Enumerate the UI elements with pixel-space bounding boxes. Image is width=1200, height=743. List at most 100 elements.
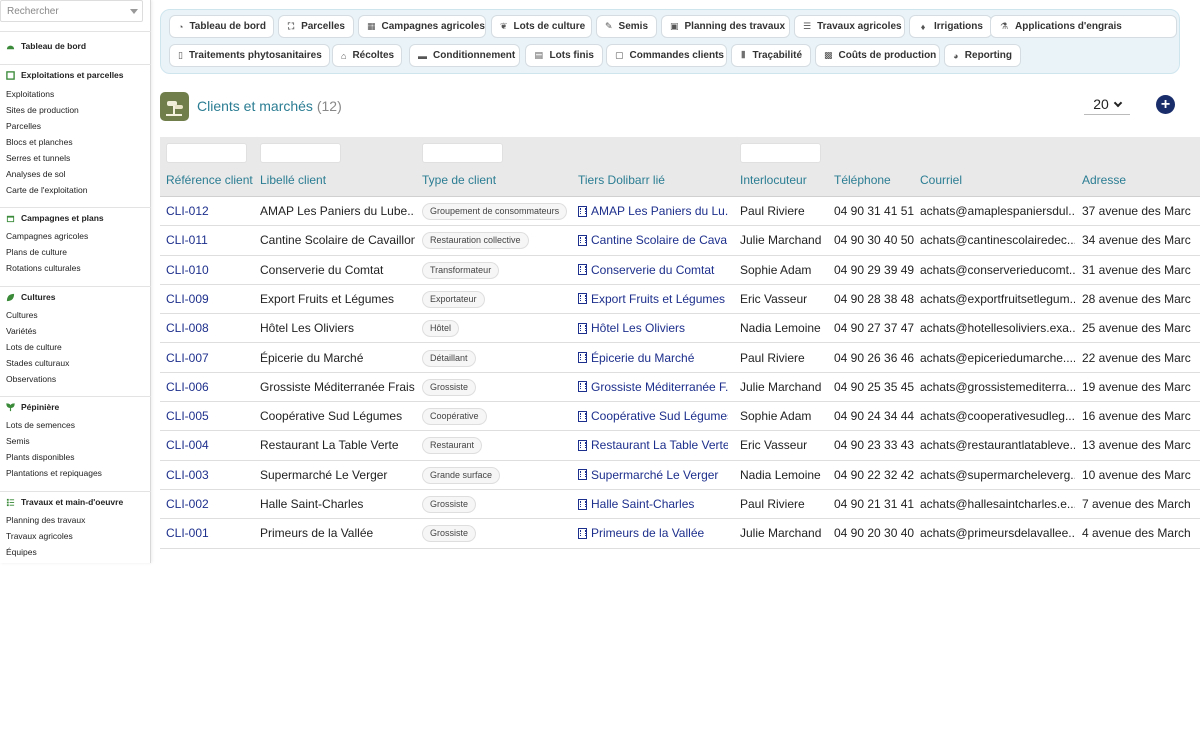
table-row[interactable]: CLI-005 Coopérative Sud Légumes Coopérativ… bbox=[160, 402, 1200, 432]
sidebar-section-4[interactable]: Pépinière bbox=[6, 402, 59, 412]
client-reference-link[interactable]: CLI-009 bbox=[166, 292, 254, 306]
column-header[interactable]: Interlocuteur bbox=[740, 173, 807, 187]
table-row[interactable]: CLI-002 Halle Saint-Charles Grossiste Halle… bbox=[160, 490, 1200, 520]
search-input[interactable]: Rechercher bbox=[0, 0, 143, 22]
column-header[interactable]: Tiers Dolibarr lié bbox=[578, 173, 665, 187]
tab-traitements-phytosanitaires[interactable]: ▯ Traitements phytosanitaires bbox=[169, 44, 330, 67]
client-reference-link[interactable]: CLI-002 bbox=[166, 497, 254, 511]
table-row[interactable]: CLI-010 Conserverie du Comtat Transformate… bbox=[160, 256, 1200, 285]
filter-contact-input[interactable] bbox=[740, 143, 821, 163]
sidebar-section-1[interactable]: Exploitations et parcelles bbox=[6, 70, 124, 80]
thirdparty-link[interactable]: Restaurant La Table Verte bbox=[578, 438, 728, 452]
table-row[interactable]: CLI-003 Supermarché Le Verger Grande surfa… bbox=[160, 461, 1200, 490]
sidebar-item[interactable]: Sites de production bbox=[6, 105, 79, 115]
column-header[interactable]: Téléphone bbox=[834, 173, 891, 187]
column-header[interactable]: Référence client bbox=[166, 173, 253, 187]
sidebar-item[interactable]: Stades culturaux bbox=[6, 358, 69, 368]
client-reference-link[interactable]: CLI-010 bbox=[166, 263, 254, 277]
thirdparty-link[interactable]: Supermarché Le Verger bbox=[578, 468, 728, 482]
thirdparty-link[interactable]: Épicerie du Marché bbox=[578, 351, 728, 365]
thirdparty-link[interactable]: AMAP Les Paniers du Lu... bbox=[578, 204, 728, 218]
tab-couts-de-production[interactable]: ▩ Coûts de production bbox=[815, 44, 940, 67]
thirdparty-link[interactable]: Primeurs de la Vallée bbox=[578, 526, 728, 540]
client-reference-link[interactable]: CLI-011 bbox=[166, 233, 254, 247]
table-row[interactable]: CLI-007 Épicerie du Marché Détaillant Épice… bbox=[160, 344, 1200, 373]
sidebar-item[interactable]: Semis bbox=[6, 436, 30, 446]
thirdparty-link[interactable]: Conserverie du Comtat bbox=[578, 263, 728, 277]
sidebar-item[interactable]: Exploitations bbox=[6, 89, 54, 99]
sidebar-section-5[interactable]: Travaux et main-d'oeuvre bbox=[6, 497, 123, 507]
sidebar-item[interactable]: Observations bbox=[6, 374, 56, 384]
client-reference-link[interactable]: CLI-007 bbox=[166, 351, 254, 365]
column-header[interactable]: Libellé client bbox=[260, 173, 326, 187]
sidebar-item[interactable]: Plans de culture bbox=[6, 247, 67, 257]
sidebar-item[interactable]: Variétés bbox=[6, 326, 37, 336]
client-reference-link[interactable]: CLI-008 bbox=[166, 321, 254, 335]
filter-label-input[interactable] bbox=[260, 143, 341, 163]
tab-lots-de-culture[interactable]: ❦ Lots de culture bbox=[491, 15, 592, 38]
client-reference-link[interactable]: CLI-003 bbox=[166, 468, 254, 482]
tab-recoltes[interactable]: ⌂ Récoltes bbox=[332, 44, 402, 67]
table-row[interactable]: CLI-006 Grossiste Méditerranée Frais Gross… bbox=[160, 373, 1200, 403]
sidebar-item-dashboard[interactable]: Tableau de bord bbox=[6, 41, 86, 51]
tab-tracabilite[interactable]: ⦀ Traçabilité bbox=[731, 44, 811, 67]
table-header: Référence client Libellé client Type de cl… bbox=[160, 137, 1200, 197]
sidebar-item[interactable]: Cultures bbox=[6, 310, 38, 320]
cell-phone: 04 90 27 37 47 bbox=[834, 321, 915, 336]
sidebar-item[interactable]: Plantations et repiquages bbox=[6, 468, 102, 478]
per-page-select[interactable]: 20 bbox=[1084, 94, 1130, 115]
filter-type-input[interactable] bbox=[422, 143, 503, 163]
tab-parcelles[interactable]: ⛶ Parcelles bbox=[278, 15, 354, 38]
filter-reference-input[interactable] bbox=[166, 143, 247, 163]
tab-applications-d-engrais[interactable]: ⚗ Applications d'engrais bbox=[990, 15, 1177, 38]
sidebar-item[interactable]: Équipes bbox=[6, 547, 37, 557]
sidebar-item[interactable]: Parcelles bbox=[6, 121, 41, 131]
table-row[interactable]: CLI-011 Cantine Scolaire de Cavaillon Rest… bbox=[160, 226, 1200, 256]
tab-semis[interactable]: ✎ Semis bbox=[596, 15, 657, 38]
sidebar-item[interactable]: Planning des travaux bbox=[6, 515, 85, 525]
sidebar-item[interactable]: Serres et tunnels bbox=[6, 153, 70, 163]
tab-irrigations[interactable]: ♦ Irrigations bbox=[909, 15, 992, 38]
client-reference-link[interactable]: CLI-012 bbox=[166, 204, 254, 218]
column-header[interactable]: Adresse bbox=[1082, 173, 1126, 187]
sidebar-item[interactable]: Blocs et planches bbox=[6, 137, 73, 147]
client-reference-link[interactable]: CLI-005 bbox=[166, 409, 254, 423]
sidebar-item[interactable]: Analyses de sol bbox=[6, 169, 66, 179]
column-header[interactable]: Courriel bbox=[920, 173, 962, 187]
thirdparty-link[interactable]: Grossiste Méditerranée F... bbox=[578, 380, 728, 394]
thirdparty-link[interactable]: Export Fruits et Légumes bbox=[578, 292, 728, 306]
column-header[interactable]: Type de client bbox=[422, 173, 496, 187]
cell-address: 10 avenue des Marc bbox=[1082, 467, 1191, 482]
chevron-down-icon[interactable] bbox=[130, 9, 138, 14]
sidebar-item[interactable]: Campagnes agricoles bbox=[6, 231, 88, 241]
thirdparty-link[interactable]: Hôtel Les Oliviers bbox=[578, 321, 728, 335]
tab-conditionnement[interactable]: ▬ Conditionnement bbox=[409, 44, 520, 67]
table-row[interactable]: CLI-004 Restaurant La Table Verte Restaura… bbox=[160, 431, 1200, 461]
add-client-button[interactable]: + bbox=[1156, 95, 1175, 114]
tab-planning-des-travaux[interactable]: ▣ Planning des travaux bbox=[661, 15, 790, 38]
thirdparty-link[interactable]: Halle Saint-Charles bbox=[578, 497, 728, 511]
sidebar-item[interactable]: Travaux agricoles bbox=[6, 531, 73, 541]
tab-reporting[interactable]: ◕ Reporting bbox=[944, 44, 1021, 67]
thirdparty-link[interactable]: Cantine Scolaire de Cava... bbox=[578, 233, 728, 247]
tab-travaux-agricoles[interactable]: ☰ Travaux agricoles bbox=[794, 15, 905, 38]
sidebar-item[interactable]: Rotations culturales bbox=[6, 263, 81, 273]
sidebar-item[interactable]: Lots de semences bbox=[6, 420, 75, 430]
client-reference-link[interactable]: CLI-001 bbox=[166, 526, 254, 540]
table-row[interactable]: CLI-009 Export Fruits et Légumes Exportate… bbox=[160, 285, 1200, 315]
sidebar-item[interactable]: Lots de culture bbox=[6, 342, 62, 352]
tab-tableau-de-bord[interactable]: ◔ Tableau de bord bbox=[169, 15, 274, 38]
sidebar-section-3[interactable]: Cultures bbox=[6, 292, 55, 302]
table-row[interactable]: CLI-012 AMAP Les Paniers du Lube... Groupe… bbox=[160, 197, 1200, 227]
table-row[interactable]: CLI-008 Hôtel Les Oliviers Hôtel Hôtel Les … bbox=[160, 314, 1200, 344]
table-row[interactable]: CLI-001 Primeurs de la Vallée Grossiste Pri… bbox=[160, 519, 1200, 549]
tab-campagnes-agricoles[interactable]: ▦ Campagnes agricoles bbox=[358, 15, 486, 38]
thirdparty-link[interactable]: Coopérative Sud Légumes bbox=[578, 409, 728, 423]
tab-commandes-clients[interactable]: ▢ Commandes clients bbox=[606, 44, 727, 67]
tab-lots-finis[interactable]: ▤ Lots finis bbox=[525, 44, 603, 67]
client-reference-link[interactable]: CLI-006 bbox=[166, 380, 254, 394]
sidebar-section-2[interactable]: Campagnes et plans bbox=[6, 213, 104, 223]
sidebar-item[interactable]: Carte de l'exploitation bbox=[6, 185, 87, 195]
client-reference-link[interactable]: CLI-004 bbox=[166, 438, 254, 452]
sidebar-item[interactable]: Plants disponibles bbox=[6, 452, 75, 462]
